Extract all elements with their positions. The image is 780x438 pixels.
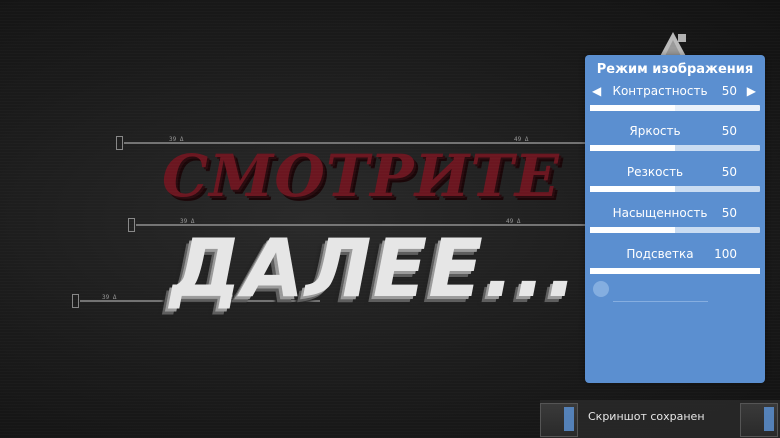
slider-fill <box>590 105 675 111</box>
setting-label: Яркость <box>629 124 681 138</box>
slider-fill <box>590 268 760 274</box>
backlight-slider[interactable] <box>590 268 760 274</box>
sharpness-slider[interactable] <box>590 186 760 192</box>
setting-value: 100 <box>714 247 737 261</box>
setting-value: 50 <box>721 206 737 220</box>
setting-brightness[interactable]: Яркость 50 <box>585 124 765 164</box>
saturation-slider[interactable] <box>590 227 760 233</box>
setting-value: 50 <box>721 124 737 138</box>
panel-title: Режим изображения <box>596 62 754 77</box>
setting-label: Резкость <box>626 165 684 179</box>
contrast-slider[interactable] <box>590 105 760 111</box>
screenshot-thumbnail <box>540 403 578 437</box>
headline-main: ДАЛЕЕ... <box>170 222 579 315</box>
setting-value: 50 <box>721 165 737 179</box>
scroll-indicator <box>593 281 609 297</box>
headline-top: СМОТРИТЕ <box>162 142 560 210</box>
setting-label: Контрастность <box>612 84 708 98</box>
toast-message: Скриншот сохранен <box>588 410 705 423</box>
screenshot-toast: Скриншот сохранен <box>540 400 780 438</box>
slider-fill <box>590 145 675 151</box>
slider-fill <box>590 227 675 233</box>
setting-backlight[interactable]: Подсветка 100 <box>585 247 765 287</box>
setting-value: 50 <box>721 84 737 98</box>
divider <box>613 301 708 302</box>
picture-mode-panel: Режим изображения ◀ Контрастность 50 ▶ Я… <box>585 55 765 383</box>
slider-fill <box>590 186 675 192</box>
setting-saturation[interactable]: Насыщенность 50 <box>585 206 765 246</box>
brightness-slider[interactable] <box>590 145 760 151</box>
prev-arrow-icon[interactable]: ◀ <box>592 84 601 98</box>
screenshot-thumbnail <box>740 403 778 437</box>
setting-contrast[interactable]: ◀ Контрастность 50 ▶ <box>585 84 765 124</box>
setting-sharpness[interactable]: Резкость 50 <box>585 165 765 205</box>
next-arrow-icon[interactable]: ▶ <box>747 84 756 98</box>
